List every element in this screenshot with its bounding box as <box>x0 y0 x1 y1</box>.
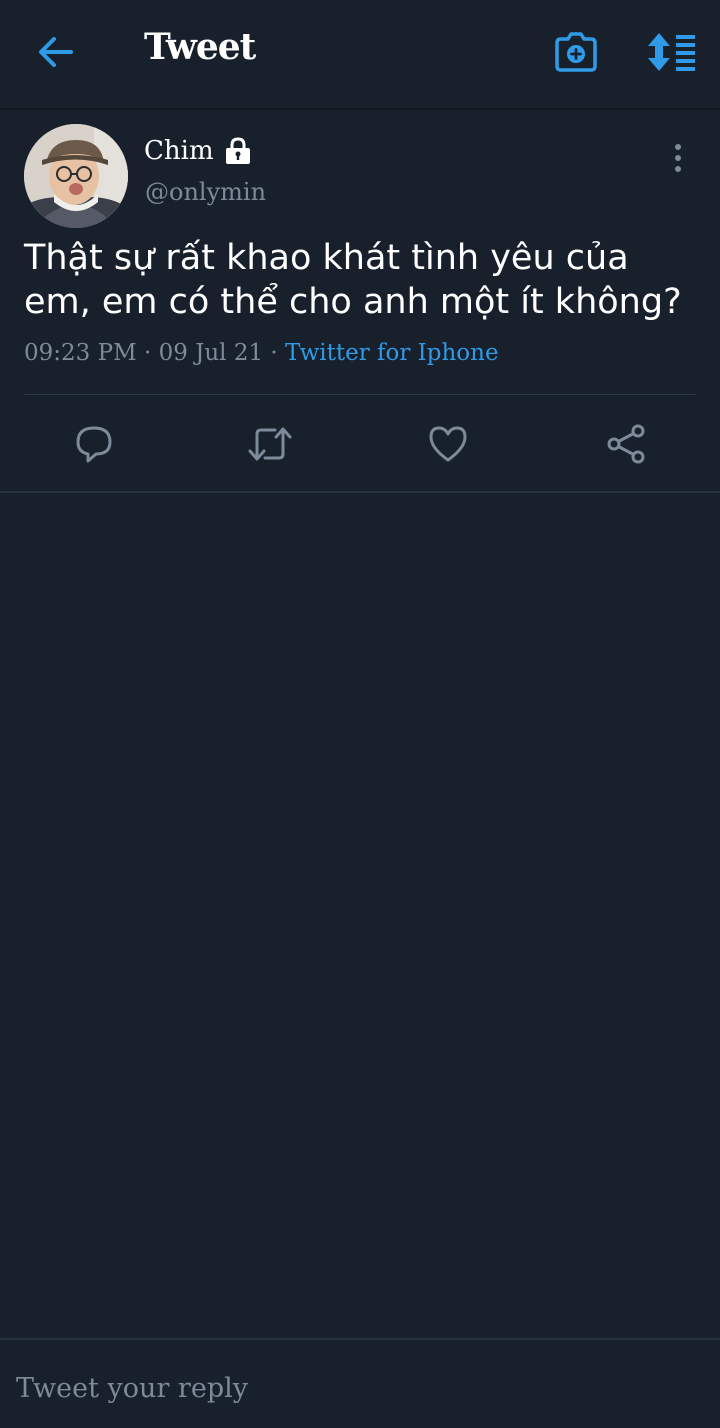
sort-button[interactable] <box>644 28 700 76</box>
share-button[interactable] <box>602 420 650 468</box>
meta-separator: · <box>143 340 152 366</box>
reply-button[interactable] <box>70 420 118 468</box>
sort-list-icon <box>648 33 695 71</box>
like-button[interactable] <box>424 420 472 468</box>
avatar-photo <box>24 124 128 228</box>
reply-input[interactable] <box>16 1366 696 1410</box>
heart-icon <box>429 426 467 462</box>
more-vertical-icon <box>675 144 681 172</box>
reply-icon <box>76 426 112 463</box>
top-bar: Tweet <box>0 0 720 109</box>
share-icon <box>607 424 645 464</box>
camera-add-icon <box>555 32 597 72</box>
display-name[interactable]: Chim <box>144 136 252 166</box>
camera-button[interactable] <box>552 28 600 76</box>
tweet-meta: 09:23 PM · 09 Jul 21 · Twitter for Iphon… <box>24 340 499 366</box>
back-button[interactable] <box>30 28 82 76</box>
avatar[interactable] <box>24 124 128 228</box>
tweet-text: Thật sự rất khao khát tình yêu của em, e… <box>24 238 682 322</box>
tweet-time: 09:23 PM <box>24 340 137 366</box>
retweet-button[interactable] <box>246 420 294 468</box>
page-title: Tweet <box>144 26 256 68</box>
divider <box>0 491 720 493</box>
more-options-button[interactable] <box>660 140 696 176</box>
user-handle[interactable]: @onlymin <box>145 178 266 206</box>
tweet-date: 09 Jul 21 <box>158 340 264 366</box>
divider <box>24 394 696 395</box>
display-name-label: Chim <box>144 136 214 166</box>
lock-icon <box>225 137 250 164</box>
retweet-icon <box>248 427 292 461</box>
tweet-actions <box>0 404 720 484</box>
tweet-screen: Tweet Chim @onlymin Thật sự rất khao khá… <box>0 0 720 1428</box>
reply-bar <box>0 1338 720 1428</box>
arrow-left-icon <box>39 37 73 67</box>
tweet-source-link[interactable]: Twitter for Iphone <box>285 340 499 366</box>
meta-separator: · <box>270 340 278 366</box>
